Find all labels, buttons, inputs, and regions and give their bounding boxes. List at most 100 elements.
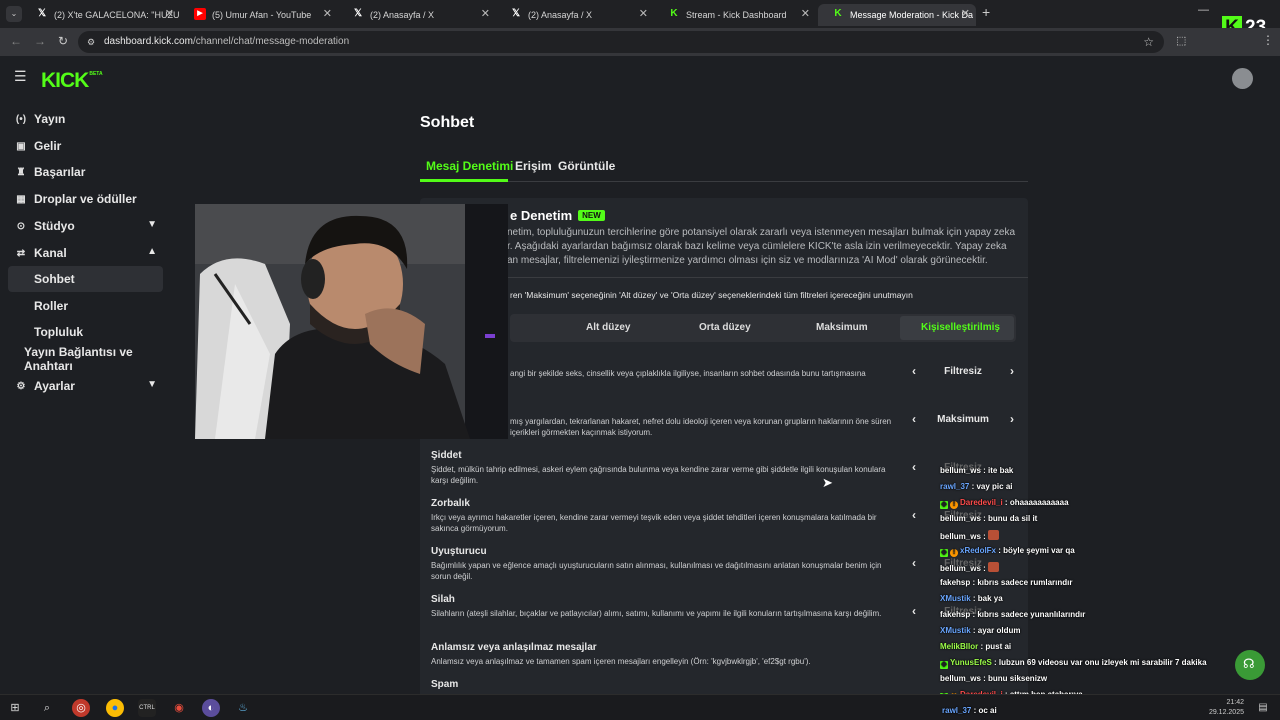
- mouse-cursor-icon: ➤: [822, 475, 833, 490]
- tab-erisim[interactable]: Erişim: [515, 159, 552, 173]
- obs-icon[interactable]: ◐: [202, 699, 220, 717]
- sidebar-item-studyo[interactable]: ⊙ Stüdyo ▼: [8, 213, 163, 239]
- gear-icon: ⚙: [16, 380, 26, 392]
- tab-search-button[interactable]: ⌄: [6, 6, 22, 22]
- site-info-icon[interactable]: ⚙: [87, 31, 95, 53]
- x-icon: 𝕏: [37, 8, 47, 19]
- studio-icon: ⊙: [16, 220, 26, 232]
- chat-message: ◆! xRedolFx : böyle şeymi var qa: [940, 546, 1075, 557]
- chat-message: XMustik : bak ya: [940, 594, 1003, 603]
- tab-goruntule[interactable]: Görüntüle: [558, 159, 615, 173]
- chat-message: ◆ YunusEfeS : lubzun 69 videosu var onu i…: [940, 658, 1207, 669]
- notification-icon[interactable]: ▤: [1254, 699, 1272, 717]
- channel-icon: ⇄: [16, 247, 26, 259]
- level-orta-duzey[interactable]: Orta düzey: [699, 322, 751, 333]
- sidebar-item-droplar[interactable]: ▦ Droplar ve ödüller: [8, 186, 163, 212]
- sidebar-item-basarilar[interactable]: ♜ Başarılar: [8, 159, 163, 185]
- new-tab-button[interactable]: +: [982, 4, 990, 20]
- chat-message: bellum_ws :: [940, 562, 1000, 576]
- rule-bullying-desc: Irkçı veya ayrımcı hakaretler içeren, ke…: [431, 513, 877, 533]
- chat-message: fakehsp : kıbrıs sadece yunanlılarındır: [940, 610, 1086, 619]
- rule-hate-desc: mış yargılardan, tekrarlanan hakaret, ne…: [510, 417, 892, 437]
- close-icon[interactable]: ✕: [323, 7, 332, 20]
- forward-icon[interactable]: →: [34, 34, 46, 48]
- chevron-left-icon[interactable]: ‹: [912, 508, 916, 522]
- sidebar-item-yayin[interactable]: (•) Yayın: [8, 106, 163, 132]
- level-alt-duzey[interactable]: Alt düzey: [586, 322, 630, 333]
- chevron-left-icon[interactable]: ‹: [912, 460, 916, 474]
- browser-tab-6[interactable]: K Message Moderation - Kick Da ✕: [818, 4, 976, 26]
- browser-tab-3[interactable]: 𝕏 (2) Anasayfa / X ✕: [338, 4, 496, 26]
- chevron-right-icon[interactable]: ›: [1010, 364, 1014, 378]
- close-icon[interactable]: ✕: [639, 7, 648, 20]
- chat-message: rawl_37 : oc ai: [942, 706, 997, 715]
- rule-drugs-desc: Bağımlılık yapan ve eğlence amaçlı uyuşt…: [431, 561, 882, 581]
- rule-bullying-title: Zorbalık: [431, 498, 470, 509]
- rule-hate-stepper: ‹ Maksimum ›: [912, 412, 1014, 426]
- headset-icon: ☊: [1243, 656, 1255, 671]
- sidebar-item-kanal[interactable]: ⇄ Kanal ▲: [8, 240, 163, 266]
- webcam-overlay: [195, 204, 508, 439]
- card-title: e Denetim NEW: [510, 208, 605, 223]
- badge-icon: ◆: [940, 501, 948, 509]
- windows-taskbar: ⊞ ⌕ ◎ ● CTRL ◉ ◐ ♨ 21:42 29.12.2025 ▤: [0, 694, 1280, 720]
- level-kisisellestirilmis[interactable]: Kişiselleştirilmiş: [921, 322, 1000, 333]
- search-icon[interactable]: ⌕: [38, 699, 56, 717]
- support-button[interactable]: ☊: [1235, 650, 1265, 680]
- browser-tab-2[interactable]: ▶ (5) Umur Afan - YouTube ✕: [180, 4, 338, 26]
- badge-icon: !: [950, 549, 958, 557]
- rule-gibberish-title: Anlamsız veya anlaşılmaz mesajlar: [431, 642, 597, 653]
- bookmark-star-icon[interactable]: ☆: [1143, 31, 1154, 53]
- recorder-icon[interactable]: ◉: [170, 699, 188, 717]
- badge-icon: ◆: [940, 661, 948, 669]
- badge-icon: !: [950, 501, 958, 509]
- chevron-left-icon[interactable]: ‹: [912, 556, 916, 570]
- youtube-icon: ▶: [194, 8, 206, 20]
- card-description: netim, topluluğunuzun tercihlerine göre …: [507, 227, 1016, 266]
- sidebar-item-topluluk[interactable]: Topluluk: [8, 319, 163, 345]
- tab-mesaj-denetimi[interactable]: Mesaj Denetimi: [426, 159, 513, 173]
- close-icon[interactable]: ✕: [481, 7, 490, 20]
- windows-start-icon[interactable]: ⊞: [6, 699, 24, 717]
- sidebar-item-gelir[interactable]: ▣ Gelir: [8, 133, 163, 159]
- rule-drugs-title: Uyuşturucu: [431, 546, 487, 557]
- rule-weapons-desc: Silahların (ateşli silahlar, bıçaklar ve…: [431, 609, 882, 618]
- close-icon[interactable]: ✕: [801, 7, 810, 20]
- browser-tab-5[interactable]: K Stream - Kick Dashboard ✕: [654, 4, 816, 26]
- app-icon[interactable]: ◎: [72, 699, 90, 717]
- chevron-left-icon[interactable]: ‹: [912, 412, 916, 426]
- back-icon[interactable]: ←: [10, 34, 22, 48]
- system-clock: 21:42 29.12.2025: [1208, 699, 1244, 716]
- reload-icon[interactable]: ↻: [58, 34, 68, 48]
- avatar[interactable]: [1232, 68, 1253, 89]
- sidebar-item-sohbet[interactable]: Sohbet: [8, 266, 163, 292]
- sidebar-item-roller[interactable]: Roller: [8, 293, 163, 319]
- browser-tab-1[interactable]: 𝕏 (2) X'te GALACELONA: "HUZUR ✕: [22, 4, 180, 26]
- chat-message: bellum_ws : ite bak: [940, 466, 1014, 475]
- chevron-right-icon[interactable]: ›: [1010, 412, 1014, 426]
- ctrl-app-icon[interactable]: CTRL: [138, 699, 156, 717]
- address-bar[interactable]: ⚙ dashboard.kick.com/channel/chat/messag…: [78, 31, 1164, 53]
- chat-message: bellum_ws :: [940, 530, 1000, 544]
- extensions-icon[interactable]: ⬚: [1176, 34, 1186, 47]
- chevron-left-icon[interactable]: ‹: [912, 604, 916, 618]
- chat-message: bellum_ws : bunu da sil it: [940, 514, 1038, 523]
- sidebar-item-ayarlar[interactable]: ⚙ Ayarlar ▼: [8, 373, 163, 399]
- hamburger-menu-icon[interactable]: ☰: [14, 68, 27, 85]
- kick-logo[interactable]: KICKBETA: [41, 69, 103, 93]
- rule-sexual-desc: angi bir şekilde seks, cinsellik veya çı…: [510, 369, 866, 378]
- chrome-icon[interactable]: ●: [106, 699, 124, 717]
- top-header: ☰ KICKBETA: [0, 56, 1280, 100]
- steam-icon[interactable]: ♨: [234, 699, 252, 717]
- browser-tab-4[interactable]: 𝕏 (2) Anasayfa / X ✕: [496, 4, 654, 26]
- minimize-button[interactable]: —: [1198, 4, 1209, 16]
- chevron-left-icon[interactable]: ‹: [912, 364, 916, 378]
- close-icon[interactable]: ✕: [961, 7, 970, 20]
- menu-dots-icon[interactable]: ⋮: [1262, 33, 1274, 47]
- rule-gibberish-desc: Anlamsız veya anlaşılmaz ve tamamen spam…: [431, 657, 811, 666]
- close-icon[interactable]: ✕: [165, 7, 174, 20]
- rule-weapons-title: Silah: [431, 594, 455, 605]
- level-maksimum[interactable]: Maksimum: [816, 322, 868, 333]
- badge-icon: ◆: [940, 549, 948, 557]
- sidebar-item-yayin-baglantisi[interactable]: Yayın Bağlantısı ve Anahtarı: [8, 345, 170, 373]
